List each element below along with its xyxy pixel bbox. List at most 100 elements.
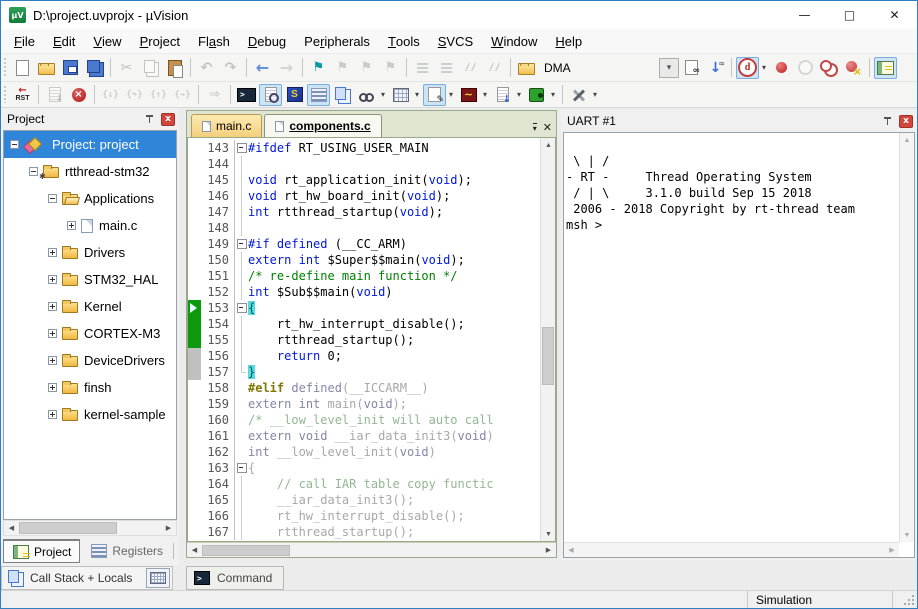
incremental-find-icon[interactable]: [704, 57, 727, 79]
tree-item-finsh[interactable]: finsh: [4, 374, 176, 401]
scroll-up-icon[interactable]: ▲: [541, 138, 556, 152]
fold-collapse-icon[interactable]: [235, 140, 248, 156]
scroll-right-icon[interactable]: ▶: [541, 544, 556, 557]
find-symbols-dropdown-icon[interactable]: [759, 57, 769, 79]
stop-icon[interactable]: [67, 84, 90, 106]
scroll-left-icon[interactable]: ◀: [4, 521, 19, 535]
code-editor[interactable]: 143#ifdef RT_USING_USER_MAIN144145void r…: [187, 137, 556, 542]
memory-windows-icon[interactable]: [389, 84, 412, 106]
tree-expander-icon[interactable]: [48, 383, 57, 392]
system-viewer-dropdown-icon[interactable]: [548, 84, 558, 106]
tree-expander-icon[interactable]: [48, 194, 57, 203]
tree-item-devicedrivers[interactable]: DeviceDrivers: [4, 347, 176, 374]
uart-vscrollbar[interactable]: ▲ ▼: [899, 133, 914, 542]
analysis-windows-icon[interactable]: [457, 84, 480, 106]
menu-flash[interactable]: Flash: [189, 29, 239, 53]
panel-tab-registers[interactable]: Registers: [82, 539, 171, 563]
toggle-breakpoint-icon[interactable]: [770, 57, 793, 79]
run-to-line-icon[interactable]: [171, 84, 194, 106]
tree-item-applications[interactable]: Applications: [4, 185, 176, 212]
step-into-icon[interactable]: [99, 84, 122, 106]
fold-collapse-icon[interactable]: [235, 300, 248, 316]
tree-item-cortex-m3[interactable]: CORTEX-M3: [4, 320, 176, 347]
registers-window-icon[interactable]: [307, 84, 330, 106]
scroll-right-icon[interactable]: ▶: [885, 544, 899, 557]
new-file-icon[interactable]: [11, 57, 34, 79]
tree-item-stm32-hal[interactable]: STM32_HAL: [4, 266, 176, 293]
project-window-toggle-icon[interactable]: [874, 57, 897, 79]
minimize-button[interactable]: —: [782, 1, 827, 29]
editor-close-icon[interactable]: ✕: [543, 122, 552, 133]
uncomment-icon[interactable]: [483, 57, 506, 79]
call-stack-window-icon[interactable]: [331, 84, 354, 106]
step-out-icon[interactable]: [147, 84, 170, 106]
command-window-icon[interactable]: [235, 84, 258, 106]
tree-expander-icon[interactable]: [48, 410, 57, 419]
tree-expander-icon[interactable]: [48, 356, 57, 365]
find-symbols-icon[interactable]: [736, 57, 759, 79]
tree-item-rtthread-stm32[interactable]: rtthread-stm32: [4, 158, 176, 185]
reset-cpu-icon[interactable]: [11, 84, 34, 106]
serial-windows-icon[interactable]: [423, 84, 446, 106]
fold-collapse-icon[interactable]: [235, 236, 248, 252]
scroll-right-icon[interactable]: ▶: [161, 521, 176, 535]
tree-expander-icon[interactable]: [48, 248, 57, 257]
menu-tools[interactable]: Tools: [379, 29, 429, 53]
uart-hscrollbar[interactable]: ◀ ▶: [564, 542, 899, 557]
toggle-bookmark-icon[interactable]: [307, 57, 330, 79]
keyboard-icon[interactable]: [146, 568, 170, 588]
menu-svcs[interactable]: SVCS: [429, 29, 482, 53]
maximize-button[interactable]: □: [827, 1, 872, 29]
open-file-icon[interactable]: [35, 57, 58, 79]
tree-item-kernel[interactable]: Kernel: [4, 293, 176, 320]
project-tree[interactable]: Project: projectrtthread-stm32Applicatio…: [3, 130, 177, 520]
navigate-forward-icon[interactable]: [275, 57, 298, 79]
project-hscrollbar[interactable]: ◀ ▶: [3, 520, 177, 536]
project-panel-close-icon[interactable]: x: [161, 113, 175, 126]
system-viewer-icon[interactable]: [525, 84, 548, 106]
step-over-icon[interactable]: [123, 84, 146, 106]
pin-icon[interactable]: [882, 115, 894, 127]
outdent-icon[interactable]: [435, 57, 458, 79]
copy-icon[interactable]: [139, 57, 162, 79]
disable-all-breakpoints-icon[interactable]: [818, 57, 841, 79]
find-in-files-icon[interactable]: [680, 57, 703, 79]
scroll-up-icon[interactable]: ▲: [900, 133, 914, 147]
clear-bookmarks-icon[interactable]: [379, 57, 402, 79]
tree-expander-icon[interactable]: [29, 167, 38, 176]
scroll-thumb[interactable]: [202, 545, 290, 556]
tree-expander-icon[interactable]: [48, 275, 57, 284]
toolbox-icon[interactable]: [567, 84, 590, 106]
menu-view[interactable]: View: [84, 29, 130, 53]
trace-windows-dropdown-icon[interactable]: [514, 84, 524, 106]
scroll-down-icon[interactable]: ▼: [900, 528, 914, 542]
symbol-window-icon[interactable]: [283, 84, 306, 106]
editor-tab-components-c[interactable]: components.c: [264, 114, 381, 137]
fold-collapse-icon[interactable]: [235, 460, 248, 476]
tree-expander-icon[interactable]: [67, 221, 76, 230]
analysis-windows-dropdown-icon[interactable]: [480, 84, 490, 106]
save-icon[interactable]: [59, 57, 82, 79]
trace-windows-icon[interactable]: [491, 84, 514, 106]
target-select[interactable]: DMA: [539, 57, 679, 79]
pin-icon[interactable]: [144, 113, 156, 125]
serial-windows-dropdown-icon[interactable]: [446, 84, 456, 106]
navigate-back-icon[interactable]: [251, 57, 274, 79]
comment-icon[interactable]: [459, 57, 482, 79]
uart-terminal[interactable]: \ | / - RT - Thread Operating System / |…: [563, 132, 915, 558]
editor-vscrollbar[interactable]: ▲ ▼: [540, 138, 555, 541]
next-bookmark-icon[interactable]: [355, 57, 378, 79]
kill-all-breakpoints-icon[interactable]: [842, 57, 865, 79]
show-next-statement-icon[interactable]: [203, 84, 226, 106]
watch-windows-icon[interactable]: [355, 84, 378, 106]
paste-icon[interactable]: [163, 57, 186, 79]
tree-item-main-c[interactable]: main.c: [4, 212, 176, 239]
save-all-icon[interactable]: [83, 57, 106, 79]
target-select-dropdown-icon[interactable]: [659, 58, 679, 78]
command-tab[interactable]: Command: [186, 566, 284, 590]
tree-expander-icon[interactable]: [48, 302, 57, 311]
scroll-thumb[interactable]: [542, 327, 554, 385]
panel-tab-project[interactable]: Project: [3, 539, 80, 563]
toolbox-dropdown-icon[interactable]: [590, 84, 600, 106]
menu-debug[interactable]: Debug: [239, 29, 295, 53]
